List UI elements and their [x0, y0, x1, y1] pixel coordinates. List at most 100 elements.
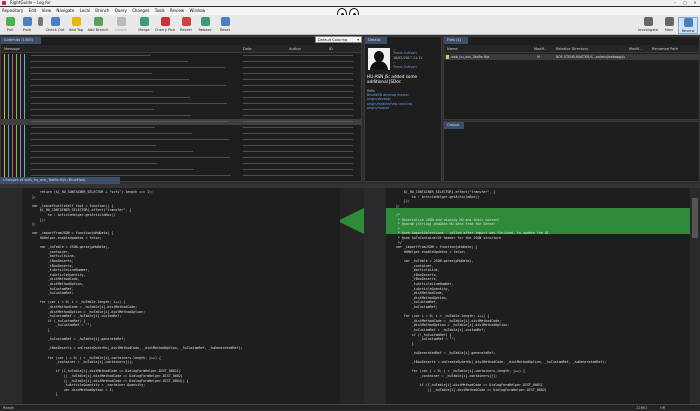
commit-row[interactable]: [31, 67, 225, 69]
review-perspective-button[interactable]: Review: [678, 17, 698, 34]
column-relative-directory[interactable]: Relative Directory: [556, 45, 588, 53]
commit-button[interactable]: [37, 17, 43, 34]
commit-row[interactable]: [31, 157, 230, 159]
log-tab[interactable]: Commits (1000): [1, 37, 41, 44]
file-name: web_hu_asn_TabBe.fkjs: [451, 55, 490, 59]
commit-row-meta: [243, 67, 353, 69]
menu-query[interactable]: Query: [113, 7, 129, 15]
file-row[interactable]: web_hu_asn_TabBe.fkjs M BOF-STEUR-MASTER…: [444, 54, 699, 60]
commit-row[interactable]: [31, 121, 228, 123]
commit-row-meta: [243, 145, 353, 147]
column-date[interactable]: Date: [243, 45, 252, 53]
status-bar: Ready 22861 HR: [0, 404, 700, 410]
code-line: /*: [388, 213, 400, 217]
commit-row[interactable]: [31, 169, 194, 171]
pull-button[interactable]: Pull: [3, 17, 17, 34]
menu-changes[interactable]: Changes: [130, 7, 151, 15]
column-id[interactable]: ID: [329, 45, 333, 53]
commit-row[interactable]: [31, 139, 229, 141]
maximize-icon[interactable]: □: [680, 0, 690, 6]
commit-row[interactable]: [31, 145, 156, 147]
column-message[interactable]: Message: [4, 45, 20, 53]
cherry-pick-button[interactable]: Cherry Pick: [154, 17, 176, 34]
commit-row[interactable]: [31, 133, 192, 135]
commit-row[interactable]: [31, 163, 157, 165]
commit-icon: [37, 17, 43, 26]
code-line: * Deserialize JSON and display HU and th…: [388, 217, 500, 222]
minimize-icon[interactable]: –: [670, 0, 680, 6]
rebase-icon: [200, 17, 210, 26]
code-line: }: [24, 392, 58, 397]
scroll-thumb[interactable]: [692, 198, 698, 238]
file-modif: M: [537, 55, 540, 59]
investigate-perspective-button[interactable]: Investigate: [636, 17, 660, 34]
checkout-button[interactable]: Check Out: [44, 17, 66, 34]
merge-button[interactable]: Merge: [136, 17, 152, 34]
files-tab[interactable]: Files (1): [444, 37, 468, 44]
committer-name[interactable]: Travis Sullivan: [393, 65, 441, 69]
menu-window[interactable]: Window: [187, 7, 207, 15]
column-modif2[interactable]: Modif…: [629, 45, 642, 53]
commit-row[interactable]: [31, 55, 151, 57]
column-modif[interactable]: Modif…: [534, 45, 547, 53]
commit-row[interactable]: [31, 91, 153, 93]
right-diff-pane: $(_HU_CONTAINER_SELECTOR).effect("transf…: [386, 188, 690, 404]
menu-navigate[interactable]: Navigate: [54, 7, 76, 15]
coloring-combobox-value: Default Coloring: [318, 38, 348, 42]
reset-button[interactable]: Reset: [217, 17, 233, 34]
menu-repository[interactable]: Repository: [0, 7, 25, 15]
commit-row[interactable]: [31, 115, 191, 117]
ref-link[interactable]: origin/master: [367, 106, 439, 110]
code-line: for (var i = 0; i < _huTable.length; i++…: [388, 314, 490, 319]
commit-row[interactable]: [31, 109, 154, 111]
right-scrollbar[interactable]: [690, 188, 700, 404]
code-line: * @see huToContainerOf header for the JS…: [388, 236, 502, 240]
menu-edit[interactable]: Edit: [27, 7, 39, 15]
ref-link[interactable]: master: [397, 93, 409, 97]
column-renamed-path[interactable]: Renamed Path: [652, 45, 678, 53]
column-author[interactable]: Author: [289, 45, 301, 53]
log-panel: Commits (1000) Message Date Author ID: [0, 36, 362, 182]
details-tab[interactable]: Details: [365, 37, 387, 44]
commit-row-meta: [243, 109, 353, 111]
commit-row[interactable]: [31, 79, 189, 81]
add-tag-button[interactable]: Add Tag: [67, 17, 85, 34]
menu-local[interactable]: Local: [78, 7, 92, 15]
rebase-button[interactable]: Rebase: [196, 17, 214, 34]
menu-view[interactable]: View: [40, 7, 54, 15]
code-line: _tuArticleQuantity = _container.Quantity…: [24, 383, 146, 388]
revert-icon: [181, 17, 191, 26]
commit-row[interactable]: [31, 73, 152, 75]
delete-button[interactable]: Delete: [112, 17, 130, 34]
output-tab[interactable]: Output: [444, 122, 464, 129]
column-name[interactable]: Name: [447, 45, 458, 53]
toolbar: Pull Push Check Out Add Tag Add Branch D…: [0, 15, 700, 35]
commit-row[interactable]: [31, 61, 188, 63]
menu-review[interactable]: Review: [168, 7, 186, 15]
menu-tools[interactable]: Tools: [153, 7, 167, 15]
menu-branch[interactable]: Branch: [93, 7, 111, 15]
revert-button[interactable]: Revert: [178, 17, 194, 34]
commit-row-meta: [243, 61, 353, 63]
merge-icon: [139, 17, 149, 26]
diff-tab[interactable]: Changes of web_hu_asn_TabBe.fkjs (BlueMa…: [0, 177, 120, 184]
close-icon[interactable]: ✕: [690, 0, 700, 6]
commit-row[interactable]: [31, 127, 155, 129]
push-button[interactable]: Push: [20, 17, 34, 34]
commit-row[interactable]: [31, 103, 227, 105]
checkout-icon: [50, 17, 60, 26]
code-line: HUHelper.enableUpdates = false;: [388, 249, 466, 254]
commit-row[interactable]: [31, 85, 226, 87]
branch-icon: [93, 17, 103, 26]
commit-refs: Refs: BlueWEB develop master origin/deve…: [367, 89, 439, 110]
code-line: _tBoxDeserts,: [24, 259, 74, 263]
output-panel: Output: [443, 121, 700, 182]
code-line: var _huTable = JSON.parse(pHuData),: [24, 245, 110, 250]
add-branch-button[interactable]: Add Branch: [86, 17, 110, 34]
code-line: var _huTable = JSON.parse(pHuData),: [388, 259, 474, 263]
commit-row[interactable]: [31, 151, 193, 153]
code-line: _tBoxDeserts,: [24, 263, 74, 268]
main-perspective-button[interactable]: Main: [662, 17, 676, 34]
commit-row[interactable]: [31, 97, 190, 99]
coloring-combobox[interactable]: Default Coloring ▾: [315, 36, 362, 43]
